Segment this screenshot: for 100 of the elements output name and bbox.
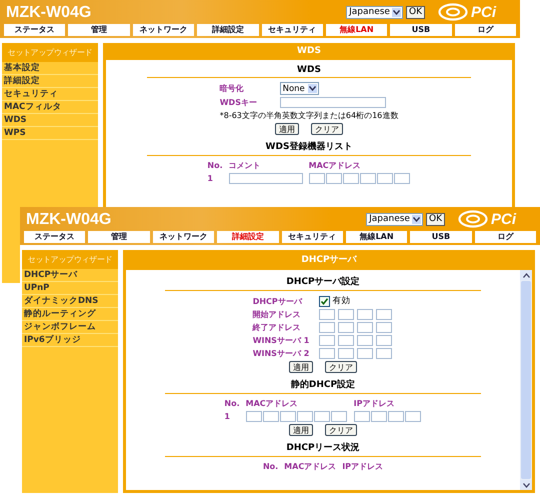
column-header: コメント: [228, 160, 262, 171]
ok-button[interactable]: OK: [406, 6, 425, 18]
key-input-field[interactable]: [280, 97, 386, 108]
nav-tab[interactable]: セキュリティ: [282, 231, 343, 243]
language-select[interactable]: Japanese: [346, 6, 403, 18]
ip-octet-field[interactable]: [357, 335, 374, 346]
nav-tab[interactable]: ステータス: [4, 24, 66, 36]
mac-octet-field[interactable]: [394, 173, 410, 184]
ip-octet-field[interactable]: [338, 335, 354, 346]
sidebar-item[interactable]: 静的ルーティング: [22, 308, 118, 321]
panel-title: WDS: [106, 43, 512, 60]
sidebar-item[interactable]: 基本設定: [2, 62, 98, 75]
nav-tab[interactable]: 詳細設定: [197, 24, 258, 36]
sidebar-item[interactable]: WPS: [2, 127, 98, 140]
ip-octet-field[interactable]: [354, 411, 370, 422]
sidebar-item[interactable]: WDS: [2, 114, 98, 127]
mac-octet-field[interactable]: [262, 411, 279, 422]
ip-octet-field[interactable]: [404, 411, 421, 422]
sidebar-item[interactable]: ジャンボフレーム: [22, 321, 118, 334]
ip-octet-field[interactable]: [338, 348, 354, 359]
form-button[interactable]: 適用: [288, 424, 313, 436]
ip-octet-field[interactable]: [319, 309, 336, 320]
ip-octet-field[interactable]: [357, 322, 374, 333]
field-label: WINSサーバ 1: [252, 335, 310, 346]
ip-octet-field[interactable]: [319, 335, 336, 346]
caret-icon: [308, 84, 317, 93]
nav-tab[interactable]: USB: [390, 24, 452, 36]
checkbox[interactable]: [319, 296, 330, 306]
mac-octet-field[interactable]: [314, 411, 330, 422]
ip-octet-field[interactable]: [338, 322, 354, 333]
nav-tab[interactable]: 無線LAN: [326, 24, 388, 36]
column-header: IPアドレス: [342, 461, 384, 472]
mac-octet-field[interactable]: [330, 411, 347, 422]
ip-octet-field[interactable]: [376, 309, 392, 320]
nav-tab[interactable]: 無線LAN: [346, 231, 408, 243]
scroll-down-icon[interactable]: [520, 480, 532, 490]
ip-octet-field[interactable]: [388, 411, 404, 422]
form-button[interactable]: クリア: [310, 123, 343, 135]
logo-text: PCi: [490, 210, 516, 228]
mac-octet-field[interactable]: [308, 173, 325, 184]
column-header: IPアドレス: [354, 398, 396, 409]
sidebar-item[interactable]: ダイナミックDNS: [22, 295, 118, 308]
nav-tab[interactable]: USB: [410, 231, 472, 243]
form-button[interactable]: クリア: [324, 424, 357, 436]
nav-tab[interactable]: 管理: [68, 24, 130, 36]
mac-octet-field[interactable]: [296, 411, 313, 422]
ip-octet-field[interactable]: [319, 322, 336, 333]
ok-button[interactable]: OK: [426, 212, 445, 226]
logo-text: PCi: [470, 4, 496, 20]
mac-octet-field[interactable]: [376, 173, 393, 184]
sidebar-item[interactable]: IPv6ブリッジ: [22, 334, 118, 347]
form-button[interactable]: 適用: [274, 123, 299, 135]
mac-octet-field[interactable]: [326, 173, 342, 184]
field-label: WDSキー: [220, 97, 257, 108]
sidebar-item[interactable]: MACフィルタ: [2, 101, 98, 114]
form-button[interactable]: 適用: [288, 361, 313, 373]
scroll-up-icon[interactable]: [520, 270, 532, 280]
product-title: MZK-W04G: [25, 212, 112, 228]
sidebar-item[interactable]: セキュリティ: [2, 88, 98, 101]
caret-icon: [412, 214, 421, 224]
mac-octet-field[interactable]: [360, 173, 376, 184]
ip-octet-field[interactable]: [338, 309, 354, 320]
nav-tab[interactable]: 詳細設定: [217, 231, 278, 243]
ip-octet-field[interactable]: [357, 309, 374, 320]
scrollbar[interactable]: [520, 270, 532, 490]
field-label: 暗号化: [220, 83, 244, 94]
section-heading: WDS登録機器リスト: [266, 140, 352, 154]
scroll-thumb[interactable]: [521, 281, 531, 479]
column-header: MACアドレス: [246, 398, 299, 409]
sidebar-item[interactable]: DHCPサーバ: [22, 269, 118, 282]
comment-field[interactable]: [228, 173, 303, 184]
column-header: No.: [207, 161, 223, 170]
nav-tab[interactable]: ネットワーク: [152, 231, 214, 243]
panel-title: DHCPサーバ: [126, 250, 532, 270]
ip-octet-field[interactable]: [370, 411, 387, 422]
encryption-select[interactable]: None: [280, 82, 319, 95]
hint-text: *8-63文字の半角英数文字列または64桁の16進数: [220, 110, 398, 121]
nav-tab[interactable]: ログ: [454, 24, 516, 36]
section-heading: WDS: [297, 64, 321, 77]
mac-octet-field[interactable]: [280, 411, 296, 422]
ip-octet-field[interactable]: [376, 335, 392, 346]
logo-icon: [458, 210, 488, 228]
language-select[interactable]: Japanese: [366, 212, 423, 226]
nav-tab[interactable]: セキュリティ: [262, 24, 323, 36]
sidebar-item[interactable]: UPnP: [22, 282, 118, 295]
ip-octet-field[interactable]: [376, 322, 392, 333]
ip-octet-field[interactable]: [376, 348, 392, 359]
sidebar-item[interactable]: 詳細設定: [2, 75, 98, 88]
nav-tab[interactable]: ネットワーク: [132, 24, 194, 36]
checkbox-label: 有効: [332, 295, 350, 307]
mac-octet-field[interactable]: [342, 173, 359, 184]
field-label: WINSサーバ 2: [252, 348, 310, 359]
ip-octet-field[interactable]: [357, 348, 374, 359]
ip-octet-field[interactable]: [319, 348, 336, 359]
column-header: MACアドレス: [308, 160, 362, 171]
nav-tab[interactable]: 管理: [88, 231, 150, 243]
form-button[interactable]: クリア: [324, 361, 357, 373]
nav-tab[interactable]: ログ: [474, 231, 536, 243]
nav-tab[interactable]: ステータス: [24, 231, 86, 243]
mac-octet-field[interactable]: [246, 411, 262, 422]
